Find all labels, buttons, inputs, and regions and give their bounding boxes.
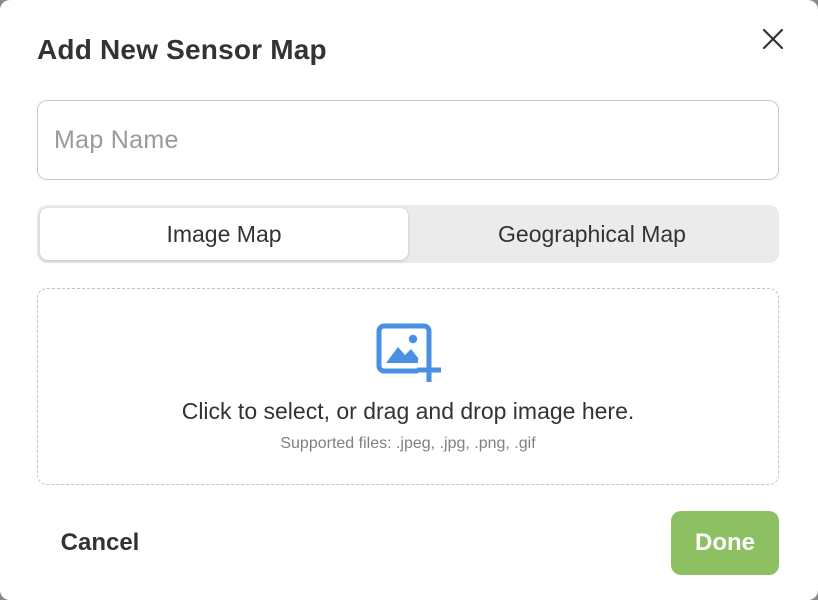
dialog-title: Add New Sensor Map — [37, 34, 327, 65]
map-type-toggle: Image Map Geographical Map — [37, 205, 779, 263]
close-button[interactable] — [758, 24, 788, 54]
add-image-icon — [376, 323, 441, 382]
image-map-tab[interactable]: Image Map — [40, 208, 408, 260]
supported-files-text: Supported files: .jpeg, .jpg, .png, .gif — [280, 435, 536, 452]
dropzone-instruction: Click to select, or drag and drop image … — [181, 398, 635, 424]
image-dropzone[interactable]: Click to select, or drag and drop image … — [37, 288, 779, 485]
close-icon — [762, 28, 784, 50]
done-button[interactable]: Done — [671, 511, 779, 575]
add-sensor-map-dialog: Add New Sensor Map Image Map Geographica… — [0, 0, 818, 600]
cancel-button[interactable]: Cancel — [46, 517, 154, 569]
geographical-map-tab[interactable]: Geographical Map — [408, 208, 776, 260]
map-name-input[interactable] — [37, 100, 779, 180]
